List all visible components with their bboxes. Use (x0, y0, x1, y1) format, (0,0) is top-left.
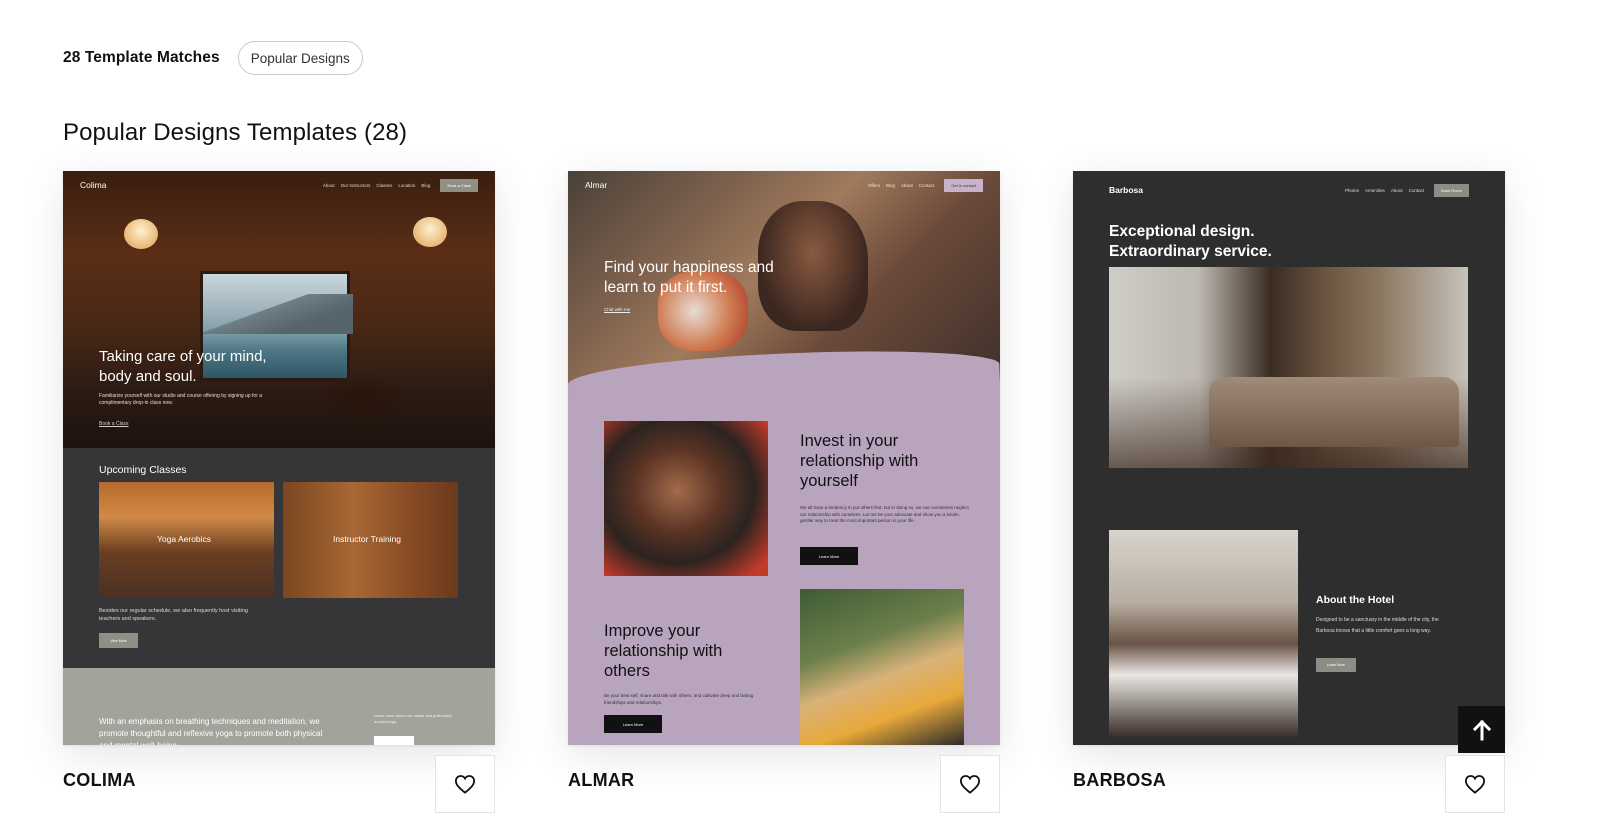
colima-class-image-1: Yoga Aerobics (99, 482, 274, 598)
nav-link: About (322, 182, 335, 188)
colima-footer-text: With an emphasis on breathing techniques… (99, 717, 323, 745)
colima-nav-cta: Book a Class (440, 178, 478, 192)
template-card-barbosa[interactable]: Barbosa Photos Amenities About Contact B… (1073, 171, 1505, 815)
colima-footer-side-text: Learn more about our studio and philosop… (374, 713, 453, 724)
almar-section2-button: Learn More (604, 715, 662, 733)
favorite-button[interactable] (940, 755, 1000, 813)
class-label: Yoga Aerobics (157, 534, 212, 544)
arrow-up-icon (1472, 719, 1491, 740)
nav-link: Contact (918, 182, 935, 188)
colima-nav: Colima About Our Instructors Classes Loc… (63, 171, 495, 199)
nav-link: Blog (886, 182, 896, 188)
barbosa-lounge-image (1109, 267, 1468, 468)
template-name[interactable]: BARBOSA (1073, 770, 1166, 791)
popular-designs-filter[interactable]: Popular Designs (237, 41, 363, 75)
favorite-button[interactable] (1445, 755, 1505, 813)
colima-classes-text: Besides our regular schedule, we also fr… (99, 608, 248, 622)
pendant-lamp-icon (124, 219, 158, 249)
almar-friends-image (800, 589, 964, 745)
nav-link: Our Instructors (340, 182, 371, 188)
colima-hero-link: Book a Class (99, 421, 129, 427)
card-footer: COLIMA (63, 745, 495, 815)
heart-outline-icon (454, 775, 476, 794)
barbosa-nav-links: Photos Amenities About Contact (1345, 188, 1424, 193)
template-name[interactable]: COLIMA (63, 770, 136, 791)
almar-hero-heading: Find your happiness and learn to put it … (604, 259, 774, 296)
pendant-lamp-icon (413, 217, 447, 247)
heart-outline-icon (1464, 775, 1486, 794)
template-preview-colima[interactable]: Colima About Our Instructors Classes Loc… (63, 171, 495, 745)
colima-hero-heading: Taking care of your mind, body and soul. (99, 348, 267, 385)
barbosa-about-button: Learn More (1316, 658, 1356, 672)
almar-nav-cta: Get in contact (944, 178, 983, 192)
colima-view-more: View More (99, 633, 138, 648)
barbosa-about-heading: About the Hotel (1316, 594, 1395, 606)
almar-section2-text: Be your best self, share and talk with o… (604, 693, 754, 705)
nav-link: About (1390, 187, 1403, 193)
barbosa-nav: Barbosa Photos Amenities About Contact B… (1073, 176, 1505, 204)
almar-nav-links: Offers Blog About Contact (868, 183, 934, 188)
card-footer: BARBOSA (1073, 745, 1505, 815)
barbosa-logo: Barbosa (1109, 185, 1144, 195)
colima-class-image-2: Instructor Training (283, 482, 458, 598)
almar-nav: Almar Offers Blog About Contact Get in c… (568, 171, 1000, 199)
template-match-count: 28 Template Matches (63, 49, 220, 66)
nav-link: Photos (1345, 187, 1360, 193)
results-bar: 28 Template Matches Popular Designs (63, 41, 363, 75)
almar-hero-link: Chat with me (604, 307, 631, 312)
colima-footer-band: With an emphasis on breathing techniques… (63, 668, 495, 745)
template-preview-barbosa[interactable]: Barbosa Photos Amenities About Contact B… (1073, 171, 1505, 745)
almar-section1-button: Learn More (800, 547, 858, 565)
card-footer: ALMAR (568, 745, 1000, 815)
nav-link: Location (398, 182, 416, 188)
almar-section1-heading: Invest in your relationship with yoursel… (800, 432, 919, 490)
colima-logo: Colima (80, 180, 107, 190)
barbosa-nav-cta: Book Room (1434, 183, 1469, 197)
scroll-to-top-button[interactable] (1458, 706, 1505, 753)
template-card-colima[interactable]: Colima About Our Instructors Classes Loc… (63, 171, 495, 815)
nav-link: Blog (421, 182, 431, 188)
nav-link: Amenities (1365, 187, 1385, 193)
section-title: Popular Designs Templates (28) (63, 119, 408, 146)
barbosa-bedroom-image (1109, 530, 1298, 737)
colima-hero-text: Familiarize yourself with our studio and… (99, 393, 263, 406)
almar-portrait-image (604, 421, 768, 576)
colima-footer-button (374, 736, 414, 745)
barbosa-hero-heading: Exceptional design. Extraordinary servic… (1109, 223, 1272, 260)
favorite-button[interactable] (435, 755, 495, 813)
heart-outline-icon (959, 775, 981, 794)
sofa-shape (1209, 377, 1459, 447)
nav-link: Contact (1408, 187, 1425, 193)
template-name[interactable]: ALMAR (568, 770, 635, 791)
almar-section2-heading: Improve your relationship with others (604, 622, 723, 680)
colima-nav-links: About Our Instructors Classes Location B… (323, 183, 431, 188)
nav-link: Offers (867, 182, 881, 188)
almar-logo: Almar (585, 180, 608, 190)
almar-section1-text: We all have a tendency to put others fir… (800, 505, 969, 523)
barbosa-about-text: Designed to be a sanctuary in the middle… (1316, 617, 1439, 634)
nav-link: About (901, 182, 913, 188)
class-label: Instructor Training (333, 534, 402, 544)
template-preview-almar[interactable]: Almar Offers Blog About Contact Get in c… (568, 171, 1000, 745)
colima-upcoming-heading: Upcoming Classes (99, 464, 187, 476)
nav-link: Classes (376, 182, 393, 188)
template-card-almar[interactable]: Almar Offers Blog About Contact Get in c… (568, 171, 1000, 815)
